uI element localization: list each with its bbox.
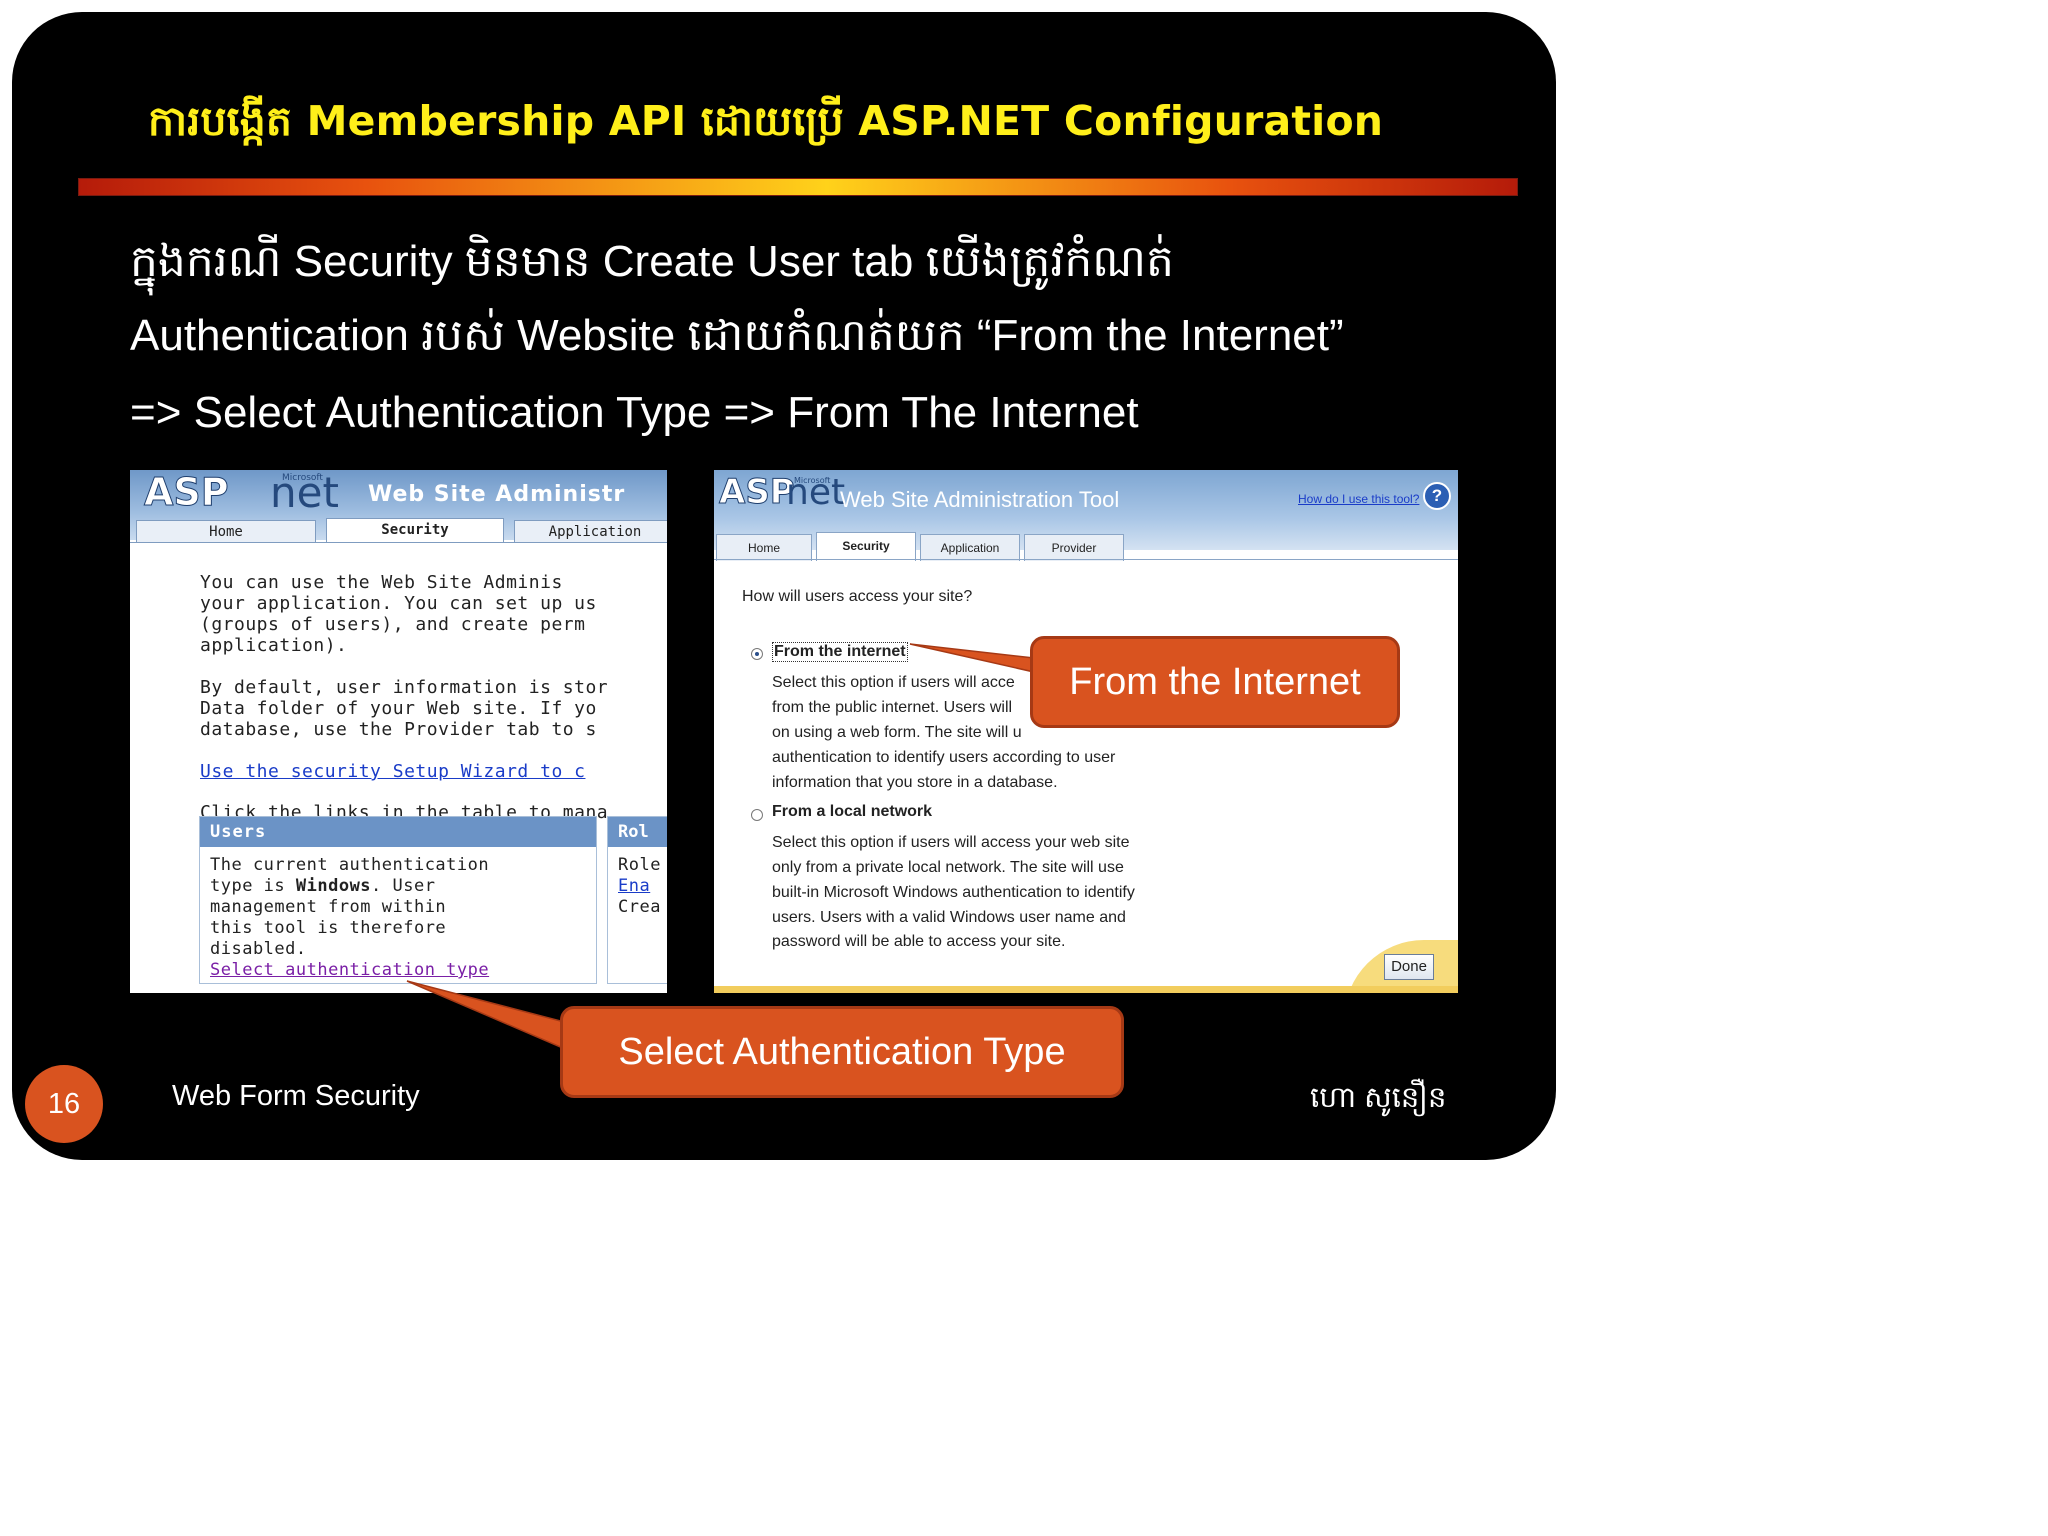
footer-title: Web Form Security <box>172 1080 420 1112</box>
select-auth-type-callout: Select Authentication Type <box>560 1006 1124 1098</box>
from-internet-pointer <box>909 643 1035 673</box>
from-internet-callout: From the Internet <box>1030 636 1400 728</box>
page-number: 16 <box>25 1065 103 1143</box>
callout-pointers <box>406 643 1035 1054</box>
select-auth-pointer <box>406 980 573 1054</box>
slide: ការបង្កើត Membership API ដោយប្រើ ASP.NET… <box>12 12 1556 1160</box>
footer-author: ហោ សូនឿន <box>1310 1082 1447 1114</box>
